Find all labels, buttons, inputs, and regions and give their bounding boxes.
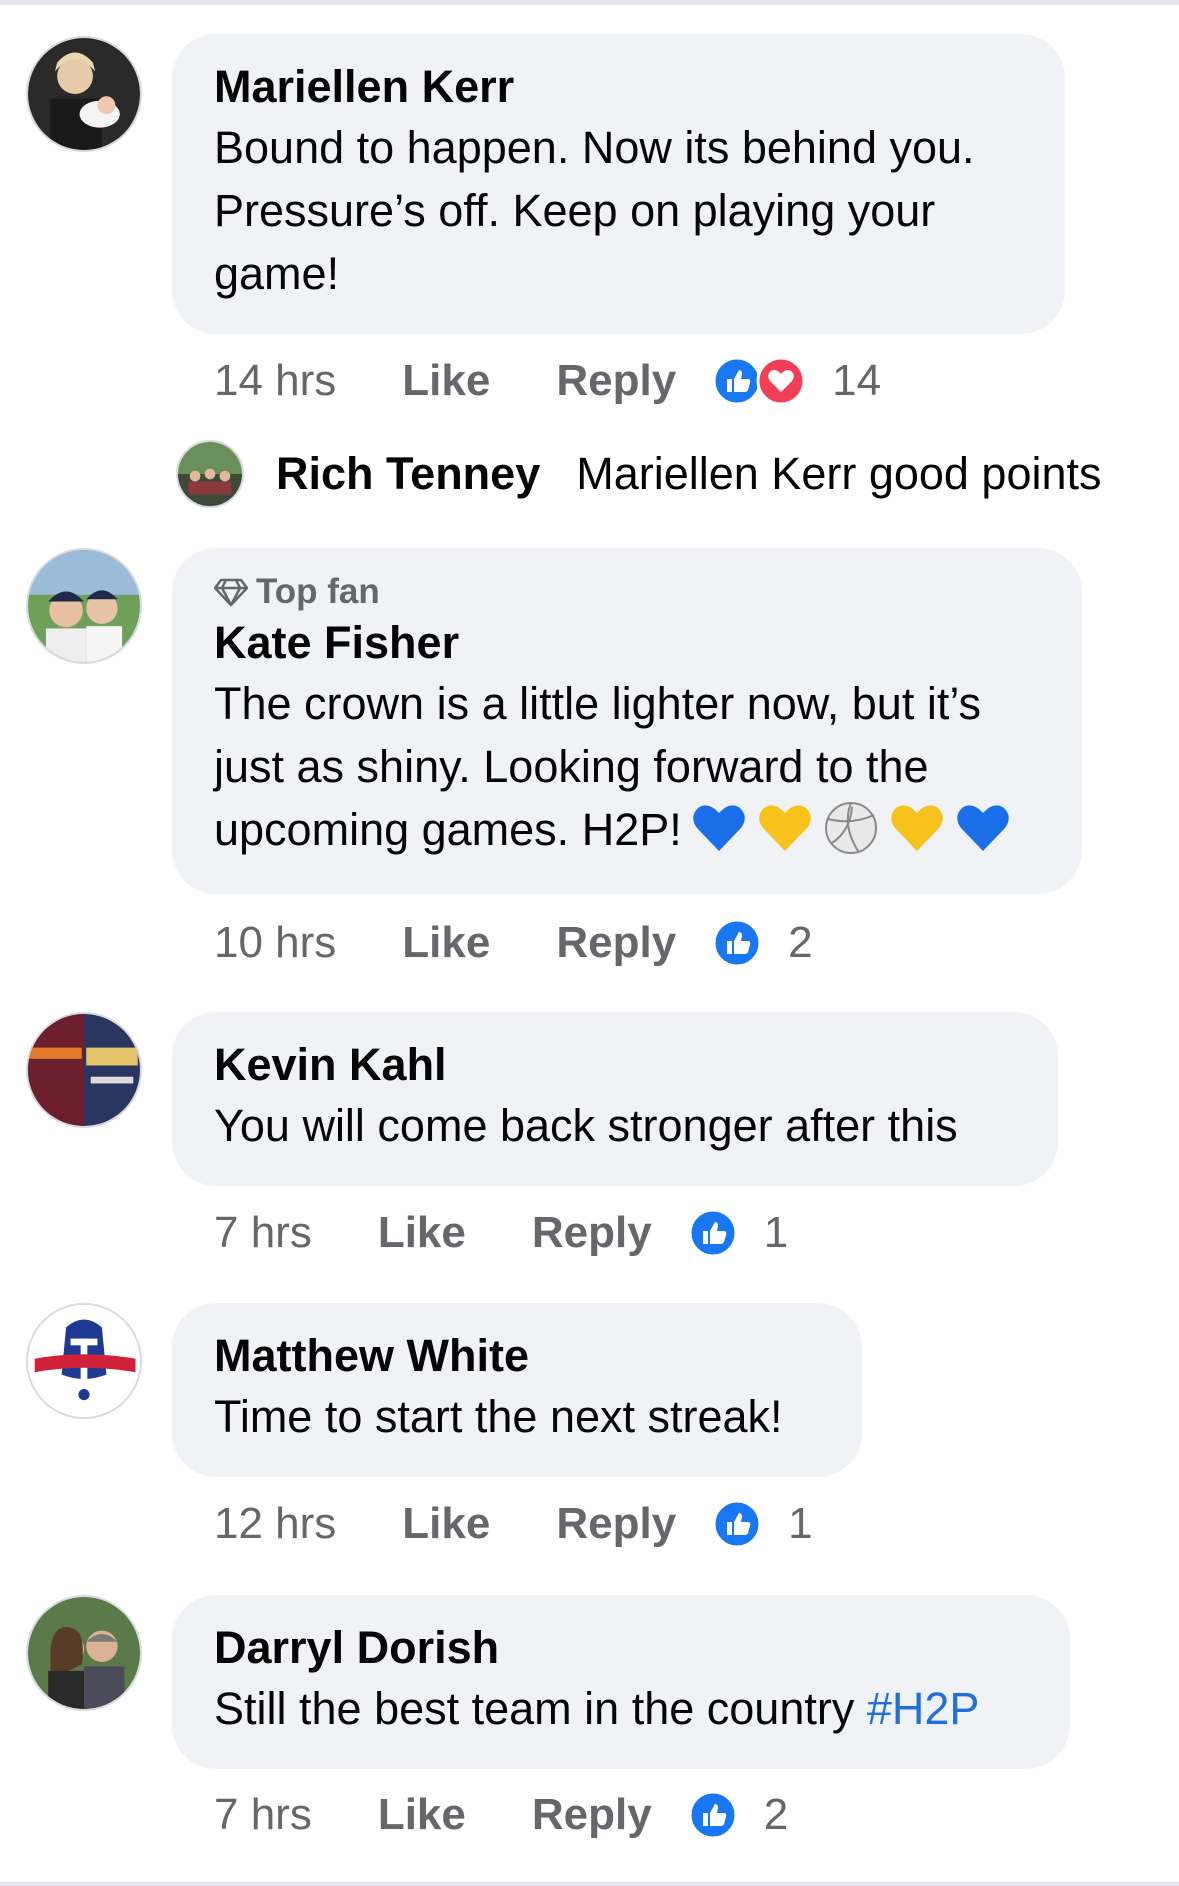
comment-text: Bound to happen. Now its behind you. Pre… [214, 122, 975, 299]
reply-author[interactable]: Rich Tenney [276, 448, 540, 500]
like-reaction-icon [712, 1499, 762, 1549]
hashtag-link[interactable]: #H2P [867, 1683, 980, 1734]
blue-heart-icon [954, 799, 1012, 857]
avatar[interactable] [26, 1303, 142, 1419]
avatar[interactable] [26, 548, 142, 664]
like-reaction-icon [712, 918, 762, 968]
love-reaction-icon [756, 356, 806, 406]
reaction-count: 2 [763, 1790, 789, 1839]
timestamp[interactable]: 7 hrs [214, 1790, 312, 1840]
group-photo-icon [178, 442, 242, 506]
avatar[interactable] [26, 36, 142, 152]
comment-text: You will come back stronger after this [214, 1100, 958, 1151]
timestamp[interactable]: 10 hrs [214, 918, 336, 968]
like-reaction-icon [688, 1790, 738, 1840]
reaction-count: 14 [832, 356, 882, 405]
comment-author[interactable]: Matthew White [214, 1327, 818, 1385]
reactions-summary[interactable]: 1 [688, 1208, 788, 1258]
reply-text: Mariellen Kerr good points [576, 448, 1102, 499]
like-reaction-icon [712, 356, 762, 406]
reactions-summary[interactable]: 1 [712, 1499, 813, 1549]
reply-button[interactable]: Reply [556, 918, 676, 968]
top-fan-label: Top fan [256, 572, 380, 611]
yellow-heart-icon [888, 799, 946, 857]
phillies-logo-icon [28, 1305, 140, 1417]
reactions-summary[interactable]: 2 [688, 1790, 788, 1840]
comment-author[interactable]: Mariellen Kerr [214, 58, 1021, 116]
timestamp[interactable]: 14 hrs [214, 356, 336, 406]
top-divider [0, 0, 1179, 5]
reactions-summary[interactable]: 14 [712, 356, 881, 406]
volleyball-icon [822, 799, 880, 857]
avatar[interactable] [26, 1595, 142, 1711]
comment-bubble[interactable]: Kevin Kahl You will come back stronger a… [172, 1012, 1058, 1186]
comment-bubble[interactable]: Matthew White Time to start the next str… [172, 1303, 862, 1477]
like-button[interactable]: Like [378, 1208, 466, 1258]
profile-photo-icon [28, 38, 140, 150]
comment-text: Still the best team in the country #H2P [214, 1677, 1026, 1740]
like-reaction-icon [688, 1208, 738, 1258]
reaction-count: 1 [763, 1208, 789, 1257]
timestamp[interactable]: 7 hrs [214, 1208, 312, 1258]
timestamp[interactable]: 12 hrs [214, 1499, 336, 1549]
avatar[interactable] [176, 440, 244, 508]
comment-author[interactable]: Kate Fisher [214, 614, 1038, 672]
top-fan-badge: Top fan [214, 570, 1038, 614]
reply-button[interactable]: Reply [556, 356, 676, 406]
reply-button[interactable]: Reply [532, 1790, 652, 1840]
comment-actions: 7 hrs Like Reply 1 [214, 1208, 788, 1258]
reply-preview[interactable]: Rich Tenney Mariellen Kerr good points [176, 440, 1102, 508]
yellow-heart-icon [756, 799, 814, 857]
diamond-icon [214, 578, 248, 607]
comment-bubble[interactable]: Darryl Dorish Still the best team in the… [172, 1595, 1070, 1769]
comment-author[interactable]: Kevin Kahl [214, 1036, 1014, 1094]
reaction-count: 1 [788, 1499, 813, 1548]
comment-bubble[interactable]: Top fan Kate Fisher The crown is a littl… [172, 548, 1082, 894]
like-button[interactable]: Like [378, 1790, 466, 1840]
reactions-summary[interactable]: 2 [712, 918, 813, 968]
comment-actions: 12 hrs Like Reply 1 [214, 1499, 813, 1549]
comment-text: The crown is a little lighter now, but i… [214, 672, 1038, 861]
blue-heart-icon [690, 799, 748, 857]
comment-actions: 14 hrs Like Reply 14 [214, 356, 881, 406]
avatar[interactable] [26, 1012, 142, 1128]
comment-bubble[interactable]: Mariellen Kerr Bound to happen. Now its … [172, 34, 1065, 334]
reply-button[interactable]: Reply [556, 1499, 676, 1549]
comment-text: Time to start the next streak! [214, 1391, 783, 1442]
reaction-count: 2 [788, 918, 813, 967]
like-button[interactable]: Like [402, 1499, 490, 1549]
comment-actions: 10 hrs Like Reply 2 [214, 918, 813, 968]
profile-photo-icon [28, 1014, 140, 1126]
like-button[interactable]: Like [402, 356, 490, 406]
like-button[interactable]: Like [402, 918, 490, 968]
bottom-divider [0, 1882, 1179, 1886]
profile-photo-icon [28, 550, 140, 662]
comment-text-body: Still the best team in the country [214, 1683, 867, 1734]
comment-author[interactable]: Darryl Dorish [214, 1619, 1026, 1677]
profile-photo-icon [28, 1597, 140, 1709]
comment-actions: 7 hrs Like Reply 2 [214, 1790, 788, 1840]
reply-button[interactable]: Reply [532, 1208, 652, 1258]
